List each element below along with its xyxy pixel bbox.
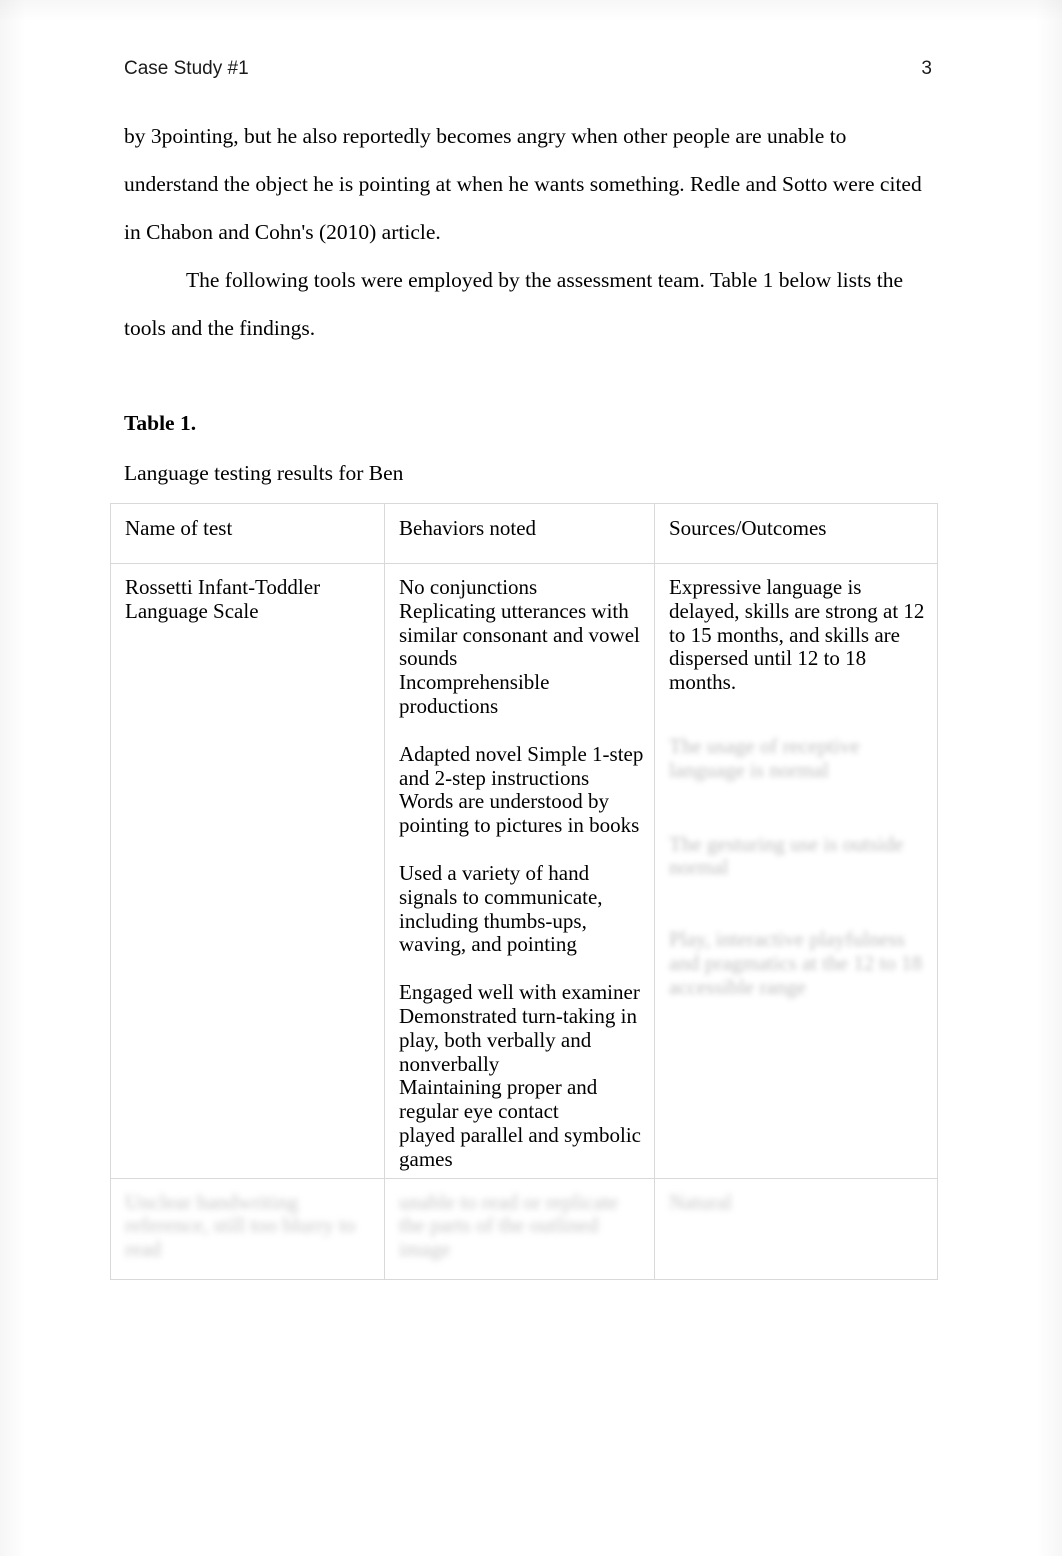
table-label: Table 1. (124, 411, 197, 435)
test-name-text: Unclear handwriting reference, still too… (125, 1189, 356, 1262)
column-header-sources-outcomes: Sources/Outcomes (654, 503, 938, 564)
table-body: Rossetti Infant-Toddler Language Scale N… (110, 563, 938, 1280)
table-row: Unclear handwriting reference, still too… (110, 1177, 938, 1280)
column-header-name-of-test: Name of test (110, 503, 385, 564)
column-header-behaviors-noted: Behaviors noted (384, 503, 655, 564)
paragraph-tools-intro: The following tools were employed by the… (124, 268, 904, 340)
outcome-block-2: The usage of receptive language is norma… (669, 733, 860, 782)
language-testing-results-table: Name of test Behaviors noted Sources/Out… (110, 503, 938, 1280)
outcome-block-1: Expressive language is delayed, skills a… (669, 575, 925, 695)
outcome-block-3: The gesturing use is outside normal (669, 831, 904, 880)
cell-sources-outcomes: Expressive language is delayed, skills a… (654, 563, 938, 1179)
behavior-block-1: No conjunctions Replicating utterances w… (399, 575, 640, 718)
table-row: Rossetti Infant-Toddler Language Scale N… (110, 563, 938, 1179)
table-header-row-group: Name of test Behaviors noted Sources/Out… (110, 503, 938, 564)
page-number: 3 (921, 58, 932, 79)
table-container: Name of test Behaviors noted Sources/Out… (110, 503, 938, 1280)
behavior-block-2: Adapted novel Simple 1-step and 2-step i… (399, 741, 644, 838)
behavior-block-3: Used a variety of hand signals to commun… (399, 860, 603, 957)
document-page: Case Study #1 3 by 3pointing, but he als… (0, 0, 1062, 1556)
table-caption: Language testing results for Ben (124, 461, 404, 485)
cell-behaviors-noted: No conjunctions Replicating utterances w… (384, 563, 655, 1179)
cell-test-name: Unclear handwriting reference, still too… (110, 1177, 385, 1280)
test-name-text: Rossetti Infant-Toddler Language Scale (125, 575, 321, 623)
body-text: by 3pointing, but he also reportedly bec… (124, 112, 936, 352)
running-head-text: Case Study #1 (124, 58, 249, 79)
outcome-block-4: Play, interactive playfulness and pragma… (669, 927, 923, 999)
behavior-text: unable to read or replicate the parts of… (399, 1189, 619, 1262)
paragraph-continuation: by 3pointing, but he also reportedly bec… (124, 124, 922, 244)
table-header-row: Name of test Behaviors noted Sources/Out… (110, 503, 938, 564)
running-header: Case Study #1 3 (124, 58, 932, 80)
behavior-block-4: Engaged well with examiner Demonstrated … (399, 980, 642, 1171)
outcome-text: Natural (669, 1189, 732, 1214)
cell-behaviors-noted: unable to read or replicate the parts of… (384, 1177, 655, 1280)
cell-sources-outcomes: Natural (654, 1177, 938, 1280)
cell-test-name: Rossetti Infant-Toddler Language Scale (110, 563, 385, 1179)
